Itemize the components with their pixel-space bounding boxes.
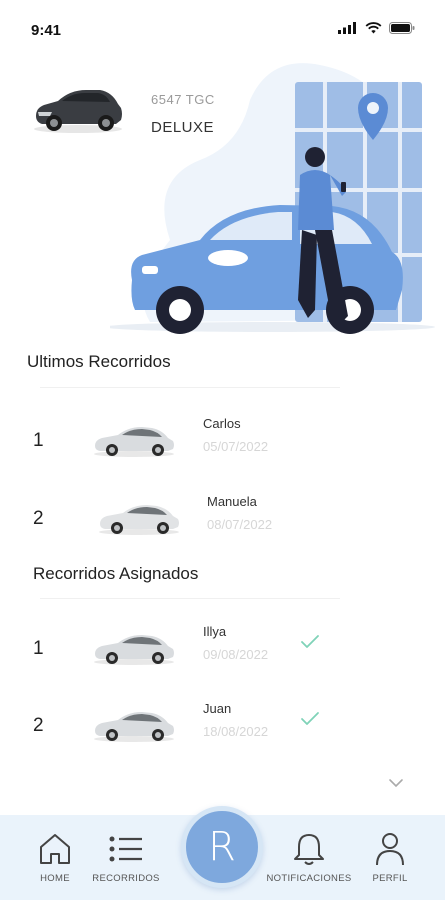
trip-car-image xyxy=(99,505,179,535)
nav-recorridos[interactable]: RECORRIDOS xyxy=(90,815,162,900)
wifi-icon xyxy=(365,22,382,34)
nav-perfil-label: PERFIL xyxy=(372,873,408,884)
trip-driver-name: Carlos xyxy=(203,416,241,431)
nav-notificaciones-label: NOTIFICACIONES xyxy=(266,873,352,884)
assigned-trips-title: Recorridos Asignados xyxy=(33,564,199,583)
divider xyxy=(40,598,340,599)
row-number: 1 xyxy=(33,638,44,659)
nav-home-label: HOME xyxy=(40,873,70,884)
nav-notificaciones[interactable]: NOTIFICACIONES xyxy=(262,815,356,900)
nav-recorridos-label: RECORRIDOS xyxy=(92,873,160,884)
trip-car-image xyxy=(94,427,174,457)
trip-date: 05/07/2022 xyxy=(203,439,269,454)
row-number: 1 xyxy=(33,430,44,451)
recent-trip-row[interactable]: 2 Manuela 08/07/2022 xyxy=(0,490,445,550)
battery-icon xyxy=(389,22,415,34)
signal-icon xyxy=(338,22,356,34)
status-time: 9:41 xyxy=(31,22,62,39)
trip-date: 18/08/2022 xyxy=(203,724,269,739)
chevron-down-icon[interactable] xyxy=(388,778,404,788)
center-action-button[interactable]: R xyxy=(181,806,263,888)
trip-car-image xyxy=(94,712,174,742)
trip-date: 08/07/2022 xyxy=(207,517,273,532)
nav-perfil[interactable]: PERFIL xyxy=(370,815,410,900)
recent-trip-row[interactable]: 1 Carlos 05/07/2022 xyxy=(0,412,445,472)
assigned-trip-row[interactable]: 2 Juan 18/08/2022 xyxy=(0,697,445,757)
trip-car-image xyxy=(94,635,174,665)
check-icon xyxy=(301,712,319,725)
assigned-trip-row[interactable]: 1 Illya 09/08/2022 xyxy=(0,620,445,680)
trip-driver-name: Illya xyxy=(203,624,227,639)
home-icon xyxy=(40,834,70,864)
recent-trips-title: Ultimos Recorridos xyxy=(27,352,171,371)
driver-car-illustration xyxy=(110,63,435,334)
list-icon xyxy=(109,836,142,862)
row-number: 2 xyxy=(33,715,44,736)
vehicle-hero: 6547 TGC DELUXE xyxy=(0,60,445,345)
user-icon xyxy=(376,833,404,866)
trip-driver-name: Juan xyxy=(203,701,232,716)
status-icons xyxy=(338,22,415,34)
bell-icon xyxy=(294,834,324,865)
divider xyxy=(40,387,340,388)
row-number: 2 xyxy=(33,508,44,529)
center-action-logo: R xyxy=(208,824,236,870)
check-icon xyxy=(301,635,319,648)
trip-driver-name: Manuela xyxy=(207,494,257,509)
nav-home[interactable]: HOME xyxy=(32,815,78,900)
trip-date: 09/08/2022 xyxy=(203,647,269,662)
status-bar: 9:41 xyxy=(0,0,445,60)
